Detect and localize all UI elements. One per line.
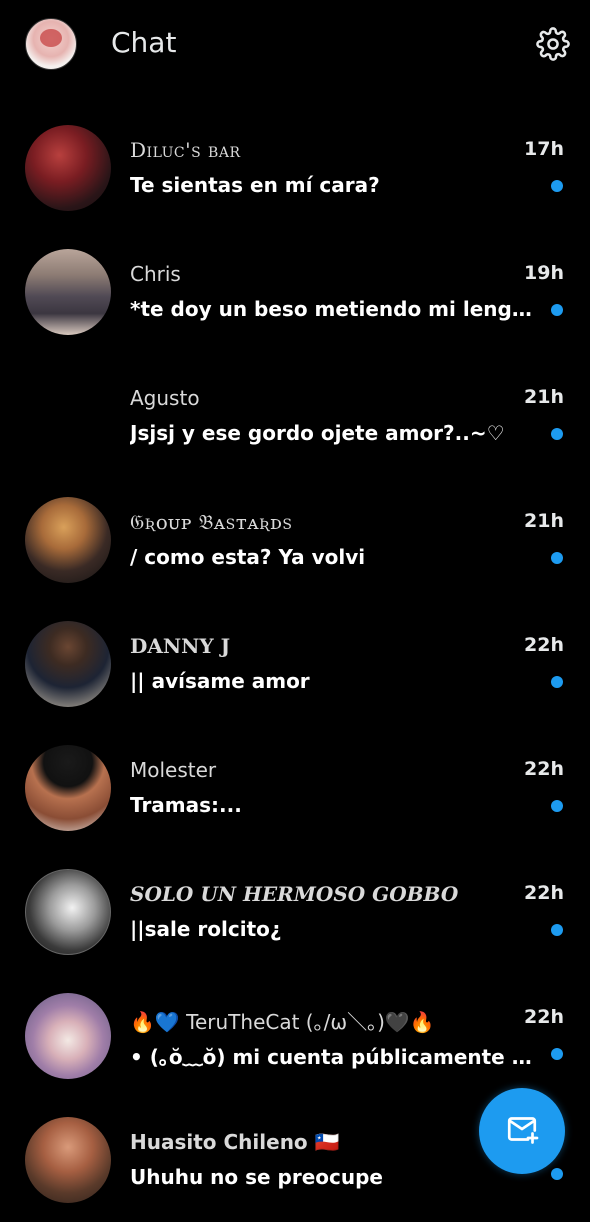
- conversation-time: 22h: [524, 1006, 564, 1028]
- conversation-name: Diluc's bar: [130, 138, 241, 162]
- conversation-name: SOLO UN HERMOSO GOBBO: [130, 882, 459, 906]
- unread-dot: [551, 800, 563, 812]
- conversation-preview: Jsjsj y ese gordo ojete amor?..~♡: [130, 421, 505, 445]
- conversation-row[interactable]: Agusto 21h Jsjsj y ese gordo ojete amor?…: [0, 354, 590, 478]
- unread-dot: [551, 924, 563, 936]
- new-message-icon: [504, 1111, 540, 1151]
- conversation-time: 22h: [524, 758, 564, 780]
- conversation-preview: || avísame amor: [130, 669, 310, 693]
- unread-dot: [551, 428, 563, 440]
- conversation-preview: / como esta? Ya volvi: [130, 545, 366, 569]
- conversation-preview: Te sientas en mí cara?: [130, 173, 380, 197]
- conversation-name: Chris: [130, 262, 181, 286]
- avatar: [25, 869, 111, 955]
- conversation-preview: ||sale rolcito¿: [130, 917, 282, 941]
- new-message-button[interactable]: [479, 1088, 565, 1174]
- top-bar: Chat: [0, 0, 590, 95]
- unread-dot: [551, 676, 563, 688]
- conversation-row[interactable]: Chris 19h *te doy un beso metiendo mi le…: [0, 230, 590, 354]
- conversation-row[interactable]: Diluc's bar 17h Te sientas en mí cara?: [0, 106, 590, 230]
- conversation-row[interactable]: SOLO UN HERMOSO GOBBO 22h ||sale rolcito…: [0, 850, 590, 974]
- avatar: [25, 993, 111, 1079]
- conversation-time: 21h: [524, 510, 564, 532]
- gear-icon[interactable]: [534, 25, 572, 63]
- avatar: [25, 373, 111, 459]
- avatar: [25, 1117, 111, 1203]
- profile-avatar[interactable]: [25, 18, 77, 70]
- conversation-preview: *te doy un beso metiendo mi lengua...: [130, 297, 540, 321]
- unread-dot: [551, 552, 563, 564]
- conversation-time: 22h: [524, 634, 564, 656]
- unread-dot: [551, 180, 563, 192]
- conversation-row[interactable]: Molester 22h Tramas:...: [0, 726, 590, 850]
- unread-dot: [551, 1168, 563, 1180]
- conversation-name: Huasito Chileno 🇨🇱: [130, 1130, 340, 1154]
- conversation-time: 22h: [524, 882, 564, 904]
- conversation-row[interactable]: DANNY J 22h || avísame amor: [0, 602, 590, 726]
- avatar: [25, 249, 111, 335]
- avatar: [25, 621, 111, 707]
- avatar: [25, 497, 111, 583]
- conversation-name: Molester: [130, 758, 217, 782]
- conversation-name: 🔥💙 TeruTheCat (｡/ω＼｡)🖤🔥: [130, 1010, 435, 1034]
- conversation-time: 21h: [524, 386, 564, 408]
- avatar: [25, 745, 111, 831]
- conversation-time: 19h: [524, 262, 564, 284]
- conversation-time: 17h: [524, 138, 564, 160]
- conversation-preview: • (｡ŏ﹏ŏ) mi cuenta públicamente es...: [130, 1045, 540, 1069]
- unread-dot: [551, 1048, 563, 1060]
- conversation-name: Agusto: [130, 386, 200, 410]
- conversation-preview: Tramas:...: [130, 793, 242, 817]
- conversation-row[interactable]: 🔥💙 TeruTheCat (｡/ω＼｡)🖤🔥 22h • (｡ŏ﹏ŏ) mi …: [0, 974, 590, 1098]
- conversation-name: DANNY J: [130, 634, 231, 658]
- page-title: Chat: [111, 26, 177, 59]
- conversation-name: 𝔊ʀᴏᴜᴘ 𝔅ᴀsᴛᴀʀᴅs: [130, 510, 293, 534]
- avatar: [25, 125, 111, 211]
- unread-dot: [551, 304, 563, 316]
- conversation-preview: Uhuhu no se preocupe: [130, 1165, 383, 1189]
- conversation-row[interactable]: 𝔊ʀᴏᴜᴘ 𝔅ᴀsᴛᴀʀᴅs 21h / como esta? Ya volvi: [0, 478, 590, 602]
